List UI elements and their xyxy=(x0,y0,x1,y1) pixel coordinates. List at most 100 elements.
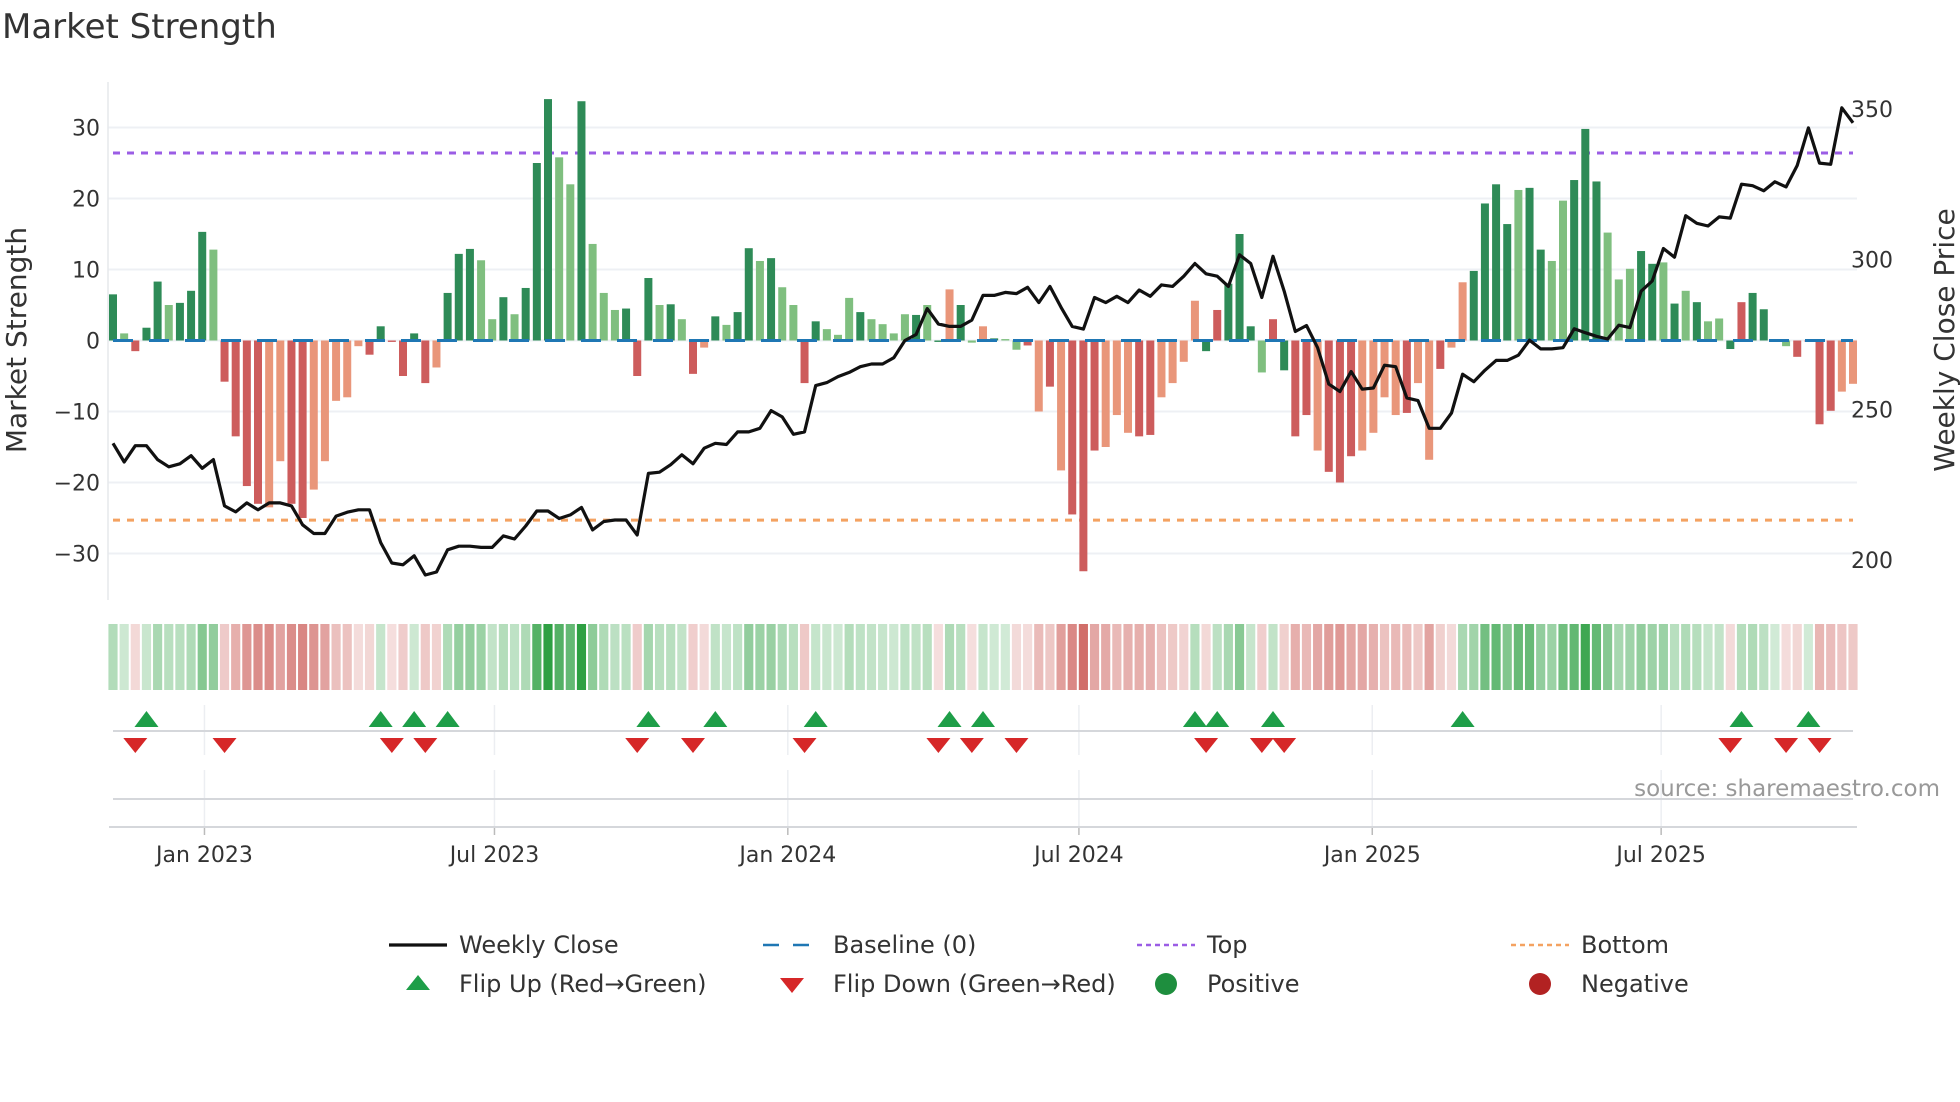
strength-bar xyxy=(1101,340,1110,447)
strength-bar xyxy=(1815,340,1824,425)
flip-up-marker xyxy=(1796,711,1821,727)
heat-strip-cell xyxy=(1781,624,1791,690)
strength-bar xyxy=(1469,270,1478,341)
strength-bar xyxy=(945,289,954,341)
heat-strip-cell xyxy=(1803,624,1813,690)
heat-strip-cell xyxy=(1112,624,1122,690)
heat-strip-cell xyxy=(1168,624,1178,690)
strength-bar xyxy=(365,340,374,355)
y2-tick-label: 250 xyxy=(1851,399,1893,424)
heat-strip-cell xyxy=(1491,624,1501,690)
strength-bar xyxy=(521,287,530,341)
flip-up-marker xyxy=(1182,711,1207,727)
heat-strip-cell xyxy=(409,624,419,690)
heat-strip-cell xyxy=(1000,624,1010,690)
heat-strip-cell xyxy=(454,624,464,690)
strength-bar xyxy=(822,329,831,341)
strength-bar xyxy=(1592,181,1601,341)
heat-strip-cell xyxy=(1346,624,1356,690)
strength-bar xyxy=(1492,184,1501,341)
heat-strip-cell xyxy=(119,624,129,690)
y-tick-label: 10 xyxy=(72,259,100,284)
strength-bar xyxy=(153,281,162,341)
strength-bar xyxy=(1849,340,1857,384)
right-axis-ticks: 350 300 250 200 xyxy=(1851,98,1893,574)
heat-strip-cell xyxy=(309,624,319,690)
heat-strip-cell xyxy=(1134,624,1144,690)
strength-bar xyxy=(610,309,619,341)
heat-strip-cell xyxy=(1368,624,1378,690)
strength-bar xyxy=(1202,340,1211,352)
heat-strip-cell xyxy=(498,624,508,690)
heat-strip-cell xyxy=(956,624,966,690)
heat-strip-cell xyxy=(208,624,218,690)
flip-up-marker xyxy=(971,711,995,727)
strength-bar xyxy=(800,340,809,384)
strength-bar xyxy=(1525,187,1534,341)
heat-strip-cell xyxy=(588,624,598,690)
strength-bar xyxy=(532,163,541,341)
heat-strip-cell xyxy=(1179,624,1189,690)
strength-bar xyxy=(1614,279,1623,341)
heat-strip-cell xyxy=(777,624,787,690)
heat-strip-cell xyxy=(1011,624,1022,690)
flip-down-marker xyxy=(1249,738,1274,753)
legend-item: Flip Down (Green→Red) xyxy=(780,970,1116,998)
strength-bar xyxy=(421,340,430,384)
heat-strip-cell xyxy=(1402,624,1412,690)
market-strength-chart: Market Strength 30 20 10 0 −10 −20 −30 350 300 2… xyxy=(0,7,1960,998)
x-axis: Jan 2023 Jul 2023 Jan 2024 Jul 2024 Jan 2025… xyxy=(109,705,1857,868)
strength-bar xyxy=(778,287,787,341)
heat-strip-cell xyxy=(844,624,854,690)
strength-bar xyxy=(1681,290,1690,341)
strength-bar xyxy=(443,292,452,341)
flip-up-marker xyxy=(703,711,728,727)
heat-strip-cell xyxy=(1223,624,1233,690)
legend-item: Flip Up (Red→Green) xyxy=(406,970,707,998)
heat-strip-cell xyxy=(1558,624,1568,690)
heat-strip-cell xyxy=(253,624,263,690)
strength-bar xyxy=(477,260,486,341)
x-tick-label: Jan 2024 xyxy=(737,843,836,868)
strength-bar xyxy=(633,340,642,376)
flip-up-marker xyxy=(803,711,828,727)
strength-bar xyxy=(1358,340,1367,451)
strength-bar xyxy=(1670,303,1679,341)
heat-strip-cell xyxy=(487,624,497,690)
strength-bar xyxy=(1324,340,1333,472)
flip-up-marker xyxy=(1261,711,1285,727)
legend-label: Negative xyxy=(1581,970,1689,998)
heat-strip-cell xyxy=(1524,624,1535,690)
strength-bar xyxy=(1536,249,1545,341)
strength-bar xyxy=(1570,180,1579,341)
strength-bar xyxy=(142,327,151,341)
strength-bar xyxy=(689,340,697,374)
heat-strip-cell xyxy=(1234,624,1245,690)
heat-strip-cell xyxy=(1826,624,1836,690)
heat-strip-cell xyxy=(1547,624,1557,690)
strength-bar xyxy=(209,249,218,341)
strength-bar xyxy=(1034,340,1043,412)
strength-bar xyxy=(499,297,508,341)
heat-strip-cell xyxy=(543,624,553,690)
strength-bar xyxy=(878,324,887,341)
heat-strip-cell xyxy=(933,624,943,690)
heat-strip-cell xyxy=(632,624,642,690)
heat-strip-cell xyxy=(130,624,140,690)
heat-strip-cell xyxy=(286,624,297,690)
strength-bar xyxy=(1603,232,1612,341)
heat-strip-cell xyxy=(710,624,720,690)
flip-down-marker xyxy=(1774,738,1799,753)
x-tick-label: Jul 2025 xyxy=(1614,843,1706,868)
heat-strip-cell xyxy=(889,624,899,690)
heat-strip-cell xyxy=(833,624,843,690)
strength-bar xyxy=(254,340,262,504)
heat-strip-cell xyxy=(1190,624,1200,690)
strength-bar xyxy=(1793,340,1802,357)
strength-bar xyxy=(767,258,776,341)
heat-strip-cell xyxy=(1379,624,1390,690)
strength-bar xyxy=(889,333,898,341)
strength-bar xyxy=(1146,340,1155,435)
strength-bar xyxy=(555,157,564,341)
heat-strip-cell xyxy=(1591,624,1602,690)
